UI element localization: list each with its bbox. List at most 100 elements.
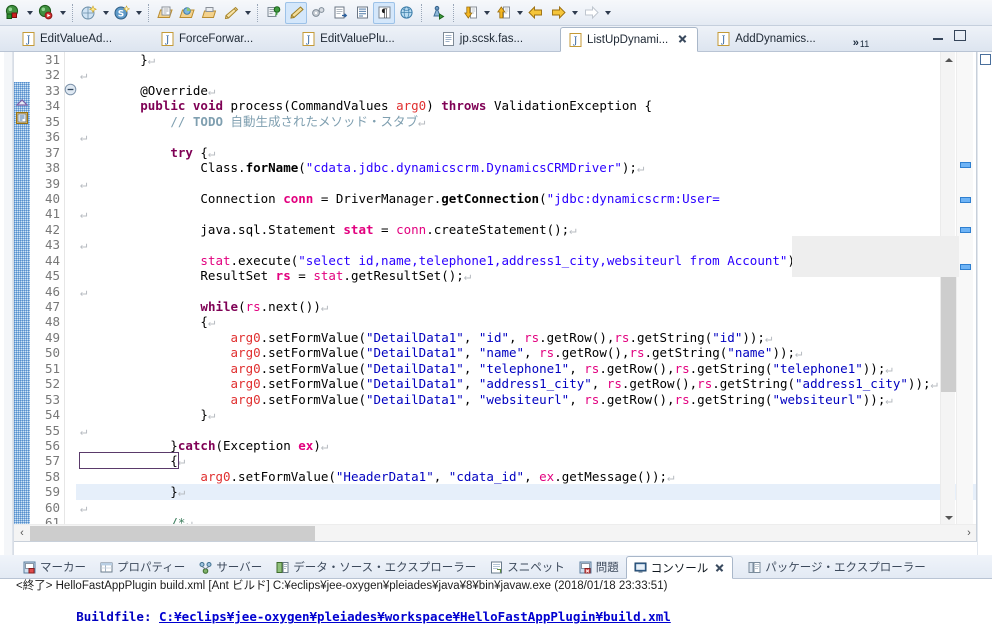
- search-marker-button[interactable]: [263, 2, 285, 24]
- view-tab-close-icon[interactable]: [715, 563, 725, 573]
- next-annotation-dropdown[interactable]: [481, 2, 492, 24]
- editor-tab-4[interactable]: J ListUpDynami...: [560, 27, 698, 52]
- editor-tab-2[interactable]: J EditValuePlu...: [294, 27, 404, 51]
- highlight-button[interactable]: [285, 2, 307, 24]
- line-return-symbol: ↵: [885, 392, 893, 407]
- toolbar-separator: [421, 4, 423, 22]
- editor-tab-5[interactable]: J AddDynamics...: [709, 27, 825, 51]
- open-folder-button[interactable]: [176, 2, 198, 24]
- overview-ruler[interactable]: [956, 52, 973, 525]
- debug-button[interactable]: [2, 2, 24, 24]
- forward-history-button[interactable]: [547, 2, 569, 24]
- svg-text:J: J: [165, 36, 170, 46]
- format-brush-dropdown[interactable]: [242, 2, 253, 24]
- line-return-symbol: ↵: [464, 268, 472, 283]
- new-wizard-dropdown[interactable]: [100, 2, 111, 24]
- browser-button[interactable]: [395, 2, 417, 24]
- overview-marker: [960, 162, 971, 168]
- export-button[interactable]: [329, 2, 351, 24]
- outline-button[interactable]: [351, 2, 373, 24]
- editor-horizontal-scrollbar[interactable]: ‹ ›: [14, 524, 977, 541]
- horizontal-scroll-thumb[interactable]: [30, 526, 315, 541]
- line-return-symbol: ↵: [208, 314, 216, 329]
- view-tab-properties[interactable]: プロパティー: [93, 556, 192, 578]
- line-number-ruler: 3132333435363738394041424344454647484950…: [28, 52, 62, 525]
- problems-icon: [579, 561, 592, 574]
- view-tab-package-explorer[interactable]: パッケージ・エクスプローラー: [741, 556, 932, 578]
- restore-view-icon[interactable]: [980, 54, 991, 65]
- save-as-button[interactable]: [198, 2, 220, 24]
- source-code-text[interactable]: }↵↵ @Override↵ public void process(Comma…: [76, 52, 977, 525]
- forward-history-dropdown[interactable]: [569, 2, 580, 24]
- show-whitespace-button[interactable]: ¶: [373, 2, 395, 24]
- editor-tab-close-icon[interactable]: [677, 34, 688, 45]
- run-external-button[interactable]: [427, 2, 449, 24]
- scroll-up-button[interactable]: [941, 52, 956, 67]
- svg-text:J: J: [721, 36, 726, 46]
- line-return-symbol: ↵: [80, 284, 88, 299]
- console-buildfile-link[interactable]: C:¥eclips¥jee-oxygen¥pleiades¥workspace¥…: [159, 609, 671, 624]
- view-tab-label: コンソール: [651, 560, 709, 576]
- editor-window-controls: [932, 30, 966, 41]
- server-icon: [199, 561, 212, 574]
- view-tab-label: 問題: [596, 559, 619, 575]
- text-file-icon: [442, 32, 455, 46]
- prev-annotation-dropdown[interactable]: [514, 2, 525, 24]
- view-tab-markers[interactable]: マーカー: [16, 556, 93, 578]
- toolbar-separator: [148, 4, 150, 22]
- editor-vertical-scrollbar[interactable]: [940, 52, 955, 525]
- line-number: 39: [28, 176, 62, 191]
- line-number: 50: [28, 345, 62, 360]
- forward-disabled-button[interactable]: [580, 2, 602, 24]
- line-number: 41: [28, 206, 62, 221]
- line-number: 37: [28, 145, 62, 160]
- folding-ruler[interactable]: [64, 52, 76, 525]
- view-tab-problems[interactable]: 問題: [572, 556, 626, 578]
- code-line: }↵: [76, 407, 977, 422]
- line-number: 33: [28, 83, 62, 98]
- scroll-down-button[interactable]: [941, 510, 956, 525]
- scroll-right-button[interactable]: ›: [961, 525, 977, 542]
- new-wizard-button[interactable]: [78, 2, 100, 24]
- new-server-dropdown[interactable]: [133, 2, 144, 24]
- line-number: 57: [28, 453, 62, 468]
- back-history-button[interactable]: [525, 2, 547, 24]
- console-view[interactable]: <終了> HelloFastAppPlugin build.xml [Ant ビ…: [0, 579, 992, 640]
- next-annotation-button[interactable]: [459, 2, 481, 24]
- line-return-symbol: ↵: [765, 330, 773, 345]
- prev-annotation-button[interactable]: [492, 2, 514, 24]
- line-return-symbol: ↵: [418, 114, 426, 129]
- line-return-symbol: ↵: [208, 83, 216, 98]
- view-tab-console[interactable]: コンソール: [626, 556, 734, 579]
- minimize-editor-icon[interactable]: [932, 31, 944, 41]
- maximize-editor-icon[interactable]: [954, 30, 966, 41]
- line-number: 44: [28, 253, 62, 268]
- line-return-symbol: ↵: [321, 438, 329, 453]
- view-tab-servers[interactable]: サーバー: [192, 556, 269, 578]
- view-tab-snippets[interactable]: スニペット: [483, 556, 572, 578]
- build-button[interactable]: [307, 2, 329, 24]
- debug-dropdown[interactable]: [24, 2, 35, 24]
- code-line: arg0.setFormValue("DetailData1", "addres…: [76, 376, 977, 391]
- new-server-button[interactable]: S: [111, 2, 133, 24]
- line-number: 42: [28, 222, 62, 237]
- format-brush-button[interactable]: [220, 2, 242, 24]
- editor-tab-0[interactable]: J EditValueAd...: [14, 27, 121, 51]
- run-dropdown[interactable]: [57, 2, 68, 24]
- overflow-chevron-icon: »: [853, 37, 859, 49]
- scroll-left-button[interactable]: ‹: [14, 525, 30, 542]
- open-file-button[interactable]: [154, 2, 176, 24]
- editor-tab-label: jp.scsk.fas...: [460, 33, 523, 45]
- code-line: {↵: [76, 453, 977, 468]
- editor-tab-3[interactable]: jp.scsk.fas...: [434, 27, 532, 51]
- forward-disabled-dropdown[interactable]: [602, 2, 613, 24]
- editor-tab-1[interactable]: J ForceForwar...: [153, 27, 262, 51]
- editor-tab-label: ListUpDynami...: [587, 34, 668, 46]
- java-source-editor[interactable]: 3132333435363738394041424344454647484950…: [14, 52, 977, 542]
- line-return-symbol: ↵: [80, 500, 88, 515]
- bottom-panel: マーカー プロパティー サーバー: [0, 555, 992, 640]
- editor-tab-overflow-button[interactable]: » 11: [853, 37, 869, 51]
- toolbar-group-external: [427, 1, 449, 25]
- view-tab-datasource-explorer[interactable]: データ・ソース・エクスプローラー: [269, 556, 483, 578]
- run-button[interactable]: [35, 2, 57, 24]
